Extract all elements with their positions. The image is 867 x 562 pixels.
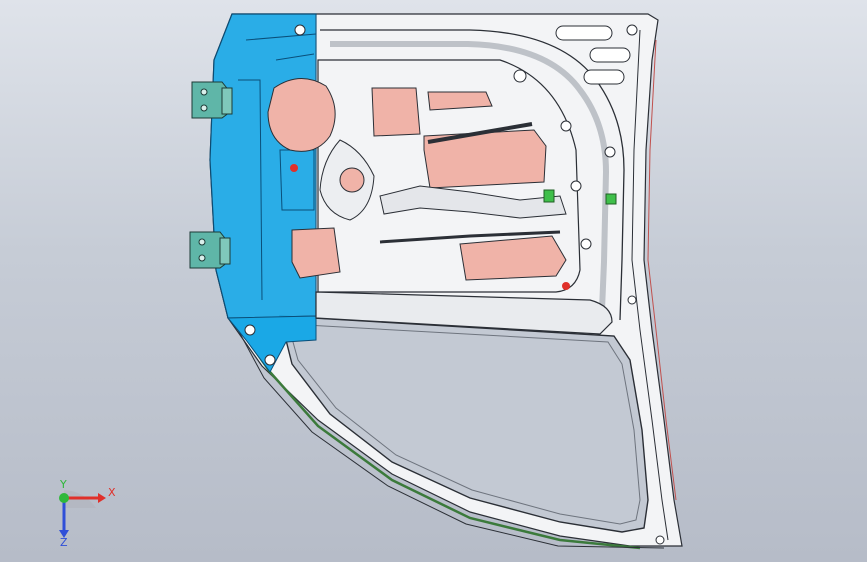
z-axis-label: Z bbox=[60, 536, 68, 548]
door-model[interactable] bbox=[0, 0, 867, 562]
graphics-viewport[interactable]: X Y Z bbox=[0, 0, 867, 562]
top-slot-3 bbox=[583, 69, 625, 85]
axis-triad: X Y Z bbox=[59, 478, 116, 548]
mount-hole-5 bbox=[604, 146, 616, 158]
speaker-cutout bbox=[267, 78, 336, 152]
center-boss bbox=[339, 167, 365, 193]
y-axis-dot bbox=[59, 493, 69, 503]
green-clip-2 bbox=[605, 193, 617, 205]
upper-access-hole bbox=[371, 87, 421, 137]
mount-hole-7 bbox=[294, 24, 306, 36]
y-axis-label: Y bbox=[59, 478, 67, 491]
mount-hole-8 bbox=[264, 354, 276, 366]
red-marker-2 bbox=[562, 282, 570, 290]
x-axis-label: X bbox=[108, 486, 116, 499]
mount-hole-3 bbox=[570, 180, 582, 192]
mount-hole-11 bbox=[655, 535, 665, 545]
lower-access-hole bbox=[459, 235, 567, 281]
top-slot-1 bbox=[555, 25, 613, 41]
mount-hole-10 bbox=[627, 295, 637, 305]
top-slot-2 bbox=[589, 47, 631, 63]
upper-hinge[interactable] bbox=[191, 81, 233, 119]
lower-left-access-hole bbox=[291, 227, 341, 279]
mount-hole-9 bbox=[244, 324, 256, 336]
lower-hinge[interactable] bbox=[189, 231, 231, 269]
red-marker-1 bbox=[290, 164, 298, 172]
mount-hole-6 bbox=[626, 24, 638, 36]
mount-hole-4 bbox=[580, 238, 592, 250]
mount-hole-2 bbox=[560, 120, 572, 132]
mount-hole-1 bbox=[513, 69, 527, 83]
green-clip-1 bbox=[543, 189, 555, 203]
